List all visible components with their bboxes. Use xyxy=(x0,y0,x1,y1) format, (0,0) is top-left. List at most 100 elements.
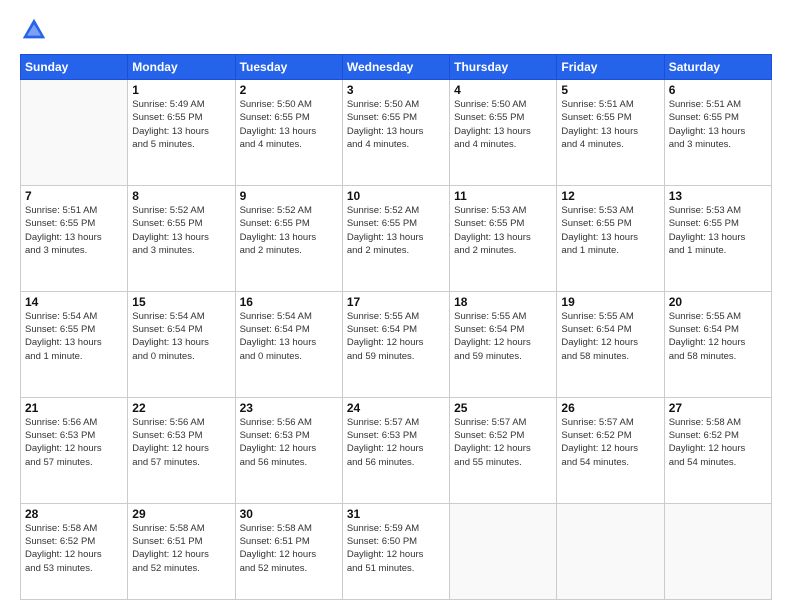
calendar-cell: 9Sunrise: 5:52 AMSunset: 6:55 PMDaylight… xyxy=(235,185,342,291)
calendar-header-saturday: Saturday xyxy=(664,55,771,80)
calendar-cell: 5Sunrise: 5:51 AMSunset: 6:55 PMDaylight… xyxy=(557,80,664,186)
day-info: Sunrise: 5:58 AMSunset: 6:51 PMDaylight:… xyxy=(132,522,230,575)
day-info: Sunrise: 5:54 AMSunset: 6:54 PMDaylight:… xyxy=(132,310,230,363)
calendar-cell: 30Sunrise: 5:58 AMSunset: 6:51 PMDayligh… xyxy=(235,503,342,599)
calendar-cell xyxy=(664,503,771,599)
logo xyxy=(20,16,52,44)
calendar-header-wednesday: Wednesday xyxy=(342,55,449,80)
day-info: Sunrise: 5:58 AMSunset: 6:52 PMDaylight:… xyxy=(25,522,123,575)
day-info: Sunrise: 5:58 AMSunset: 6:52 PMDaylight:… xyxy=(669,416,767,469)
day-info: Sunrise: 5:50 AMSunset: 6:55 PMDaylight:… xyxy=(454,98,552,151)
day-number: 15 xyxy=(132,295,230,309)
calendar-cell: 23Sunrise: 5:56 AMSunset: 6:53 PMDayligh… xyxy=(235,397,342,503)
calendar-cell: 13Sunrise: 5:53 AMSunset: 6:55 PMDayligh… xyxy=(664,185,771,291)
logo-icon xyxy=(20,16,48,44)
calendar-cell: 21Sunrise: 5:56 AMSunset: 6:53 PMDayligh… xyxy=(21,397,128,503)
calendar-cell: 8Sunrise: 5:52 AMSunset: 6:55 PMDaylight… xyxy=(128,185,235,291)
day-number: 2 xyxy=(240,83,338,97)
day-number: 28 xyxy=(25,507,123,521)
calendar-header-friday: Friday xyxy=(557,55,664,80)
calendar-cell: 25Sunrise: 5:57 AMSunset: 6:52 PMDayligh… xyxy=(450,397,557,503)
calendar-cell: 19Sunrise: 5:55 AMSunset: 6:54 PMDayligh… xyxy=(557,291,664,397)
day-info: Sunrise: 5:57 AMSunset: 6:53 PMDaylight:… xyxy=(347,416,445,469)
calendar-cell: 3Sunrise: 5:50 AMSunset: 6:55 PMDaylight… xyxy=(342,80,449,186)
day-number: 18 xyxy=(454,295,552,309)
day-info: Sunrise: 5:56 AMSunset: 6:53 PMDaylight:… xyxy=(240,416,338,469)
header xyxy=(20,16,772,44)
calendar-cell xyxy=(557,503,664,599)
day-info: Sunrise: 5:57 AMSunset: 6:52 PMDaylight:… xyxy=(561,416,659,469)
day-number: 8 xyxy=(132,189,230,203)
day-number: 31 xyxy=(347,507,445,521)
calendar-week-1: 1Sunrise: 5:49 AMSunset: 6:55 PMDaylight… xyxy=(21,80,772,186)
day-info: Sunrise: 5:53 AMSunset: 6:55 PMDaylight:… xyxy=(454,204,552,257)
calendar-cell: 17Sunrise: 5:55 AMSunset: 6:54 PMDayligh… xyxy=(342,291,449,397)
calendar-cell: 7Sunrise: 5:51 AMSunset: 6:55 PMDaylight… xyxy=(21,185,128,291)
day-info: Sunrise: 5:54 AMSunset: 6:54 PMDaylight:… xyxy=(240,310,338,363)
day-info: Sunrise: 5:56 AMSunset: 6:53 PMDaylight:… xyxy=(132,416,230,469)
calendar-header-tuesday: Tuesday xyxy=(235,55,342,80)
day-info: Sunrise: 5:49 AMSunset: 6:55 PMDaylight:… xyxy=(132,98,230,151)
calendar-header-monday: Monday xyxy=(128,55,235,80)
calendar-week-4: 21Sunrise: 5:56 AMSunset: 6:53 PMDayligh… xyxy=(21,397,772,503)
day-info: Sunrise: 5:50 AMSunset: 6:55 PMDaylight:… xyxy=(347,98,445,151)
calendar-week-2: 7Sunrise: 5:51 AMSunset: 6:55 PMDaylight… xyxy=(21,185,772,291)
day-number: 17 xyxy=(347,295,445,309)
day-info: Sunrise: 5:51 AMSunset: 6:55 PMDaylight:… xyxy=(25,204,123,257)
day-info: Sunrise: 5:50 AMSunset: 6:55 PMDaylight:… xyxy=(240,98,338,151)
day-number: 3 xyxy=(347,83,445,97)
calendar-cell: 20Sunrise: 5:55 AMSunset: 6:54 PMDayligh… xyxy=(664,291,771,397)
day-number: 13 xyxy=(669,189,767,203)
day-number: 20 xyxy=(669,295,767,309)
day-number: 6 xyxy=(669,83,767,97)
day-info: Sunrise: 5:55 AMSunset: 6:54 PMDaylight:… xyxy=(669,310,767,363)
day-number: 29 xyxy=(132,507,230,521)
day-number: 21 xyxy=(25,401,123,415)
day-number: 12 xyxy=(561,189,659,203)
day-info: Sunrise: 5:58 AMSunset: 6:51 PMDaylight:… xyxy=(240,522,338,575)
day-number: 16 xyxy=(240,295,338,309)
day-info: Sunrise: 5:53 AMSunset: 6:55 PMDaylight:… xyxy=(561,204,659,257)
day-number: 11 xyxy=(454,189,552,203)
calendar-header-thursday: Thursday xyxy=(450,55,557,80)
calendar-cell: 10Sunrise: 5:52 AMSunset: 6:55 PMDayligh… xyxy=(342,185,449,291)
day-number: 7 xyxy=(25,189,123,203)
calendar-cell: 2Sunrise: 5:50 AMSunset: 6:55 PMDaylight… xyxy=(235,80,342,186)
day-number: 25 xyxy=(454,401,552,415)
day-info: Sunrise: 5:51 AMSunset: 6:55 PMDaylight:… xyxy=(669,98,767,151)
day-info: Sunrise: 5:52 AMSunset: 6:55 PMDaylight:… xyxy=(240,204,338,257)
calendar-cell: 4Sunrise: 5:50 AMSunset: 6:55 PMDaylight… xyxy=(450,80,557,186)
day-number: 10 xyxy=(347,189,445,203)
day-number: 5 xyxy=(561,83,659,97)
calendar-week-3: 14Sunrise: 5:54 AMSunset: 6:55 PMDayligh… xyxy=(21,291,772,397)
day-info: Sunrise: 5:59 AMSunset: 6:50 PMDaylight:… xyxy=(347,522,445,575)
day-number: 22 xyxy=(132,401,230,415)
calendar-cell: 12Sunrise: 5:53 AMSunset: 6:55 PMDayligh… xyxy=(557,185,664,291)
day-info: Sunrise: 5:55 AMSunset: 6:54 PMDaylight:… xyxy=(454,310,552,363)
calendar-header-sunday: Sunday xyxy=(21,55,128,80)
calendar-cell: 22Sunrise: 5:56 AMSunset: 6:53 PMDayligh… xyxy=(128,397,235,503)
day-number: 19 xyxy=(561,295,659,309)
day-number: 23 xyxy=(240,401,338,415)
calendar-cell xyxy=(21,80,128,186)
page: SundayMondayTuesdayWednesdayThursdayFrid… xyxy=(0,0,792,612)
day-number: 30 xyxy=(240,507,338,521)
day-number: 9 xyxy=(240,189,338,203)
day-number: 26 xyxy=(561,401,659,415)
day-info: Sunrise: 5:56 AMSunset: 6:53 PMDaylight:… xyxy=(25,416,123,469)
day-number: 14 xyxy=(25,295,123,309)
calendar-cell: 15Sunrise: 5:54 AMSunset: 6:54 PMDayligh… xyxy=(128,291,235,397)
calendar-cell: 26Sunrise: 5:57 AMSunset: 6:52 PMDayligh… xyxy=(557,397,664,503)
calendar-cell: 29Sunrise: 5:58 AMSunset: 6:51 PMDayligh… xyxy=(128,503,235,599)
calendar-cell: 24Sunrise: 5:57 AMSunset: 6:53 PMDayligh… xyxy=(342,397,449,503)
day-info: Sunrise: 5:55 AMSunset: 6:54 PMDaylight:… xyxy=(347,310,445,363)
calendar-cell: 14Sunrise: 5:54 AMSunset: 6:55 PMDayligh… xyxy=(21,291,128,397)
day-info: Sunrise: 5:55 AMSunset: 6:54 PMDaylight:… xyxy=(561,310,659,363)
calendar-cell: 18Sunrise: 5:55 AMSunset: 6:54 PMDayligh… xyxy=(450,291,557,397)
calendar-cell: 6Sunrise: 5:51 AMSunset: 6:55 PMDaylight… xyxy=(664,80,771,186)
day-number: 27 xyxy=(669,401,767,415)
calendar-cell: 31Sunrise: 5:59 AMSunset: 6:50 PMDayligh… xyxy=(342,503,449,599)
day-info: Sunrise: 5:57 AMSunset: 6:52 PMDaylight:… xyxy=(454,416,552,469)
calendar-cell: 27Sunrise: 5:58 AMSunset: 6:52 PMDayligh… xyxy=(664,397,771,503)
calendar-cell: 11Sunrise: 5:53 AMSunset: 6:55 PMDayligh… xyxy=(450,185,557,291)
